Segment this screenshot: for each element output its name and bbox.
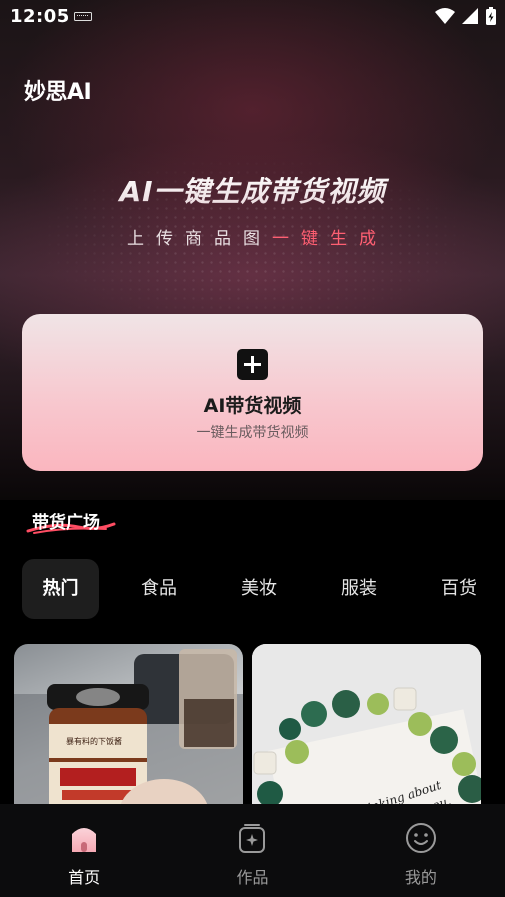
app-logo: 妙思AI (24, 80, 92, 105)
sauce-jar-image (14, 649, 243, 804)
plus-icon (237, 349, 268, 380)
tab-general[interactable]: 百货 (409, 559, 505, 619)
keyboard-icon (74, 12, 92, 21)
nav-profile-label: 我的 (404, 868, 437, 887)
sauce-tile-caption: 暴有料的下饭酱 (66, 737, 122, 746)
status-bar: 12:05 (0, 0, 505, 34)
bottom-nav: 首页 作品 我的 (0, 804, 505, 897)
tab-food[interactable]: 食品 (109, 559, 209, 619)
video-feed: 暴有料的下饭酱 flowers thinking about you, I me… (14, 644, 484, 804)
video-tile-bracelet[interactable]: flowers thinking about you, I mean, I lo… (252, 644, 481, 804)
tab-beauty[interactable]: 美妆 (209, 559, 309, 619)
cell-signal-icon (462, 8, 478, 24)
hero-subtitle: 上传商品图一键生成 (0, 224, 505, 249)
create-card-title: AI带货视频 (203, 395, 302, 417)
home-icon (72, 828, 97, 852)
category-tabs: 热门 食品 美妆 服装 百货 (22, 559, 505, 619)
tab-hot[interactable]: 热门 (22, 559, 99, 619)
nav-works[interactable]: 作品 (168, 804, 336, 897)
hero-subtitle-part1: 上传商品图 (127, 229, 272, 249)
tab-clothing[interactable]: 服装 (309, 559, 409, 619)
section-title: 带货广场 (32, 513, 100, 533)
hero-title: AI一键生成带货视频 (0, 170, 505, 210)
nav-home-label: 首页 (68, 868, 101, 887)
battery-icon (486, 7, 496, 25)
create-card-subtitle: 一键生成带货视频 (196, 425, 309, 441)
video-tile-sauce[interactable]: 暴有料的下饭酱 (14, 644, 243, 804)
wifi-icon (435, 8, 455, 24)
profile-icon (405, 823, 436, 853)
nav-home[interactable]: 首页 (0, 804, 168, 897)
hero-subtitle-part2: 一键生成 (272, 229, 388, 249)
nav-profile[interactable]: 我的 (337, 804, 505, 897)
works-icon (239, 824, 266, 853)
status-time: 12:05 (10, 6, 70, 27)
create-video-card[interactable]: AI带货视频 一键生成带货视频 (22, 314, 483, 471)
nav-works-label: 作品 (236, 868, 269, 887)
